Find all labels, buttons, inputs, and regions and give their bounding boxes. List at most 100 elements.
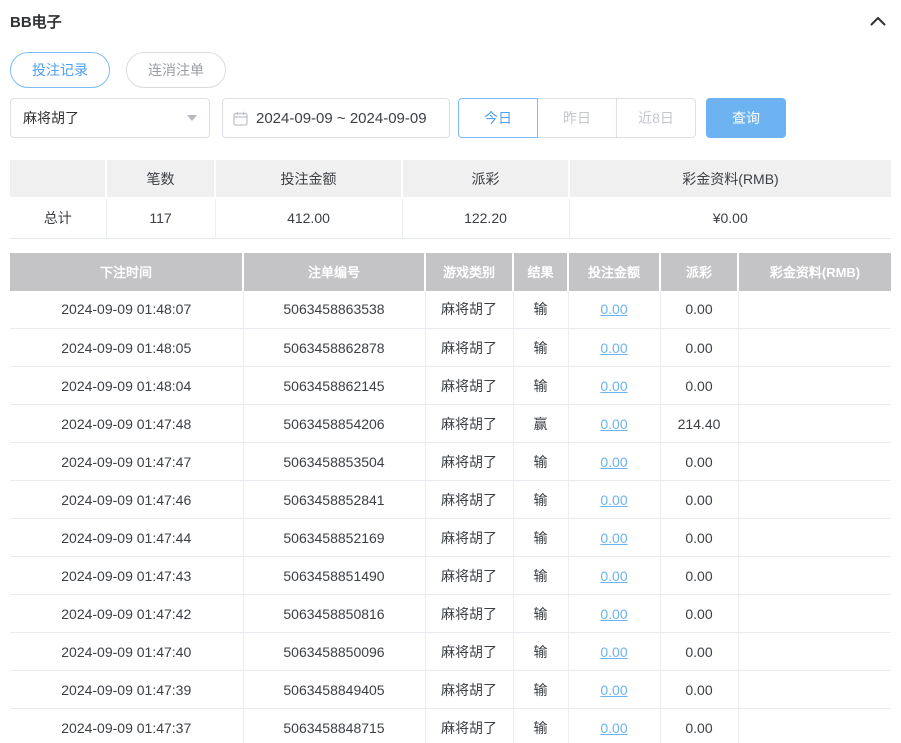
- records-header-bet-time: 下注时间: [10, 252, 244, 291]
- panel-title: BB电子: [10, 13, 62, 31]
- date-range-value: 2024-09-09 ~ 2024-09-09: [256, 109, 427, 127]
- filter-bar: 麻将胡了 2024-09-09 ~ 2024-09-09 今日 昨日 近8日 查…: [10, 98, 891, 138]
- summary-header-blank: [10, 160, 107, 199]
- game-type-cell: 麻将胡了: [425, 404, 514, 443]
- records-header-bet-amount: 投注金额: [568, 252, 661, 291]
- jackpot-cell: [738, 480, 891, 519]
- summary-header-payout: 派彩: [402, 160, 570, 199]
- payout-cell: 0.00: [660, 366, 739, 405]
- records-header-result: 结果: [513, 252, 569, 291]
- bet-amount-cell: 0.00: [568, 594, 661, 633]
- date-range-input[interactable]: 2024-09-09 ~ 2024-09-09: [222, 98, 450, 138]
- bet-time-cell: 2024-09-09 01:47:42: [10, 594, 244, 633]
- collapse-button[interactable]: [867, 11, 889, 31]
- summary-total-row: 总计 117 412.00 122.20 ¥0.00: [10, 198, 891, 239]
- bet-amount-link[interactable]: 0.00: [600, 644, 627, 660]
- payout-cell: 0.00: [660, 480, 739, 519]
- order-no-cell: 5063458848715: [243, 708, 426, 743]
- records-header-row: 下注时间 注单编号 游戏类别 结果 投注金额 派彩 彩金资料(RMB): [10, 252, 891, 291]
- tab-bet-records[interactable]: 投注记录: [10, 52, 110, 88]
- payout-cell: 214.40: [660, 404, 739, 443]
- bet-time-cell: 2024-09-09 01:47:48: [10, 404, 244, 443]
- bet-time-cell: 2024-09-09 01:47:40: [10, 632, 244, 671]
- query-button[interactable]: 查询: [706, 98, 786, 138]
- caret-down-icon: [187, 115, 197, 121]
- bet-time-cell: 2024-09-09 01:48:07: [10, 290, 244, 329]
- bet-amount-link[interactable]: 0.00: [600, 378, 627, 394]
- calendar-icon: [233, 111, 248, 126]
- bet-amount-cell: 0.00: [568, 290, 661, 329]
- order-no-cell: 5063458852169: [243, 518, 426, 557]
- records-body: 2024-09-09 01:48:07 5063458863538 麻将胡了 输…: [10, 290, 891, 743]
- jackpot-cell: [738, 708, 891, 743]
- bet-time-cell: 2024-09-09 01:48:05: [10, 328, 244, 367]
- table-row: 2024-09-09 01:47:39 5063458849405 麻将胡了 输…: [10, 670, 891, 709]
- bet-amount-link[interactable]: 0.00: [600, 606, 627, 622]
- bet-time-cell: 2024-09-09 01:48:04: [10, 366, 244, 405]
- result-cell: 输: [513, 632, 569, 671]
- result-cell: 输: [513, 290, 569, 329]
- bet-time-cell: 2024-09-09 01:47:39: [10, 670, 244, 709]
- bet-time-cell: 2024-09-09 01:47:46: [10, 480, 244, 519]
- bet-amount-link[interactable]: 0.00: [600, 720, 627, 736]
- result-cell: 赢: [513, 404, 569, 443]
- panel-header: BB电子: [10, 0, 891, 31]
- bet-records-panel: BB电子 投注记录 连消注单 麻将胡了 2024-09-09 ~ 2024-09…: [0, 0, 901, 743]
- order-no-cell: 5063458862145: [243, 366, 426, 405]
- result-cell: 输: [513, 556, 569, 595]
- table-row: 2024-09-09 01:47:37 5063458848715 麻将胡了 输…: [10, 708, 891, 743]
- result-cell: 输: [513, 594, 569, 633]
- summary-total-payout: 122.20: [402, 198, 570, 239]
- summary-header-bet-amount: 投注金额: [215, 160, 403, 199]
- bet-amount-link[interactable]: 0.00: [600, 454, 627, 470]
- payout-cell: 0.00: [660, 708, 739, 743]
- bet-time-cell: 2024-09-09 01:47:47: [10, 442, 244, 481]
- order-no-cell: 5063458854206: [243, 404, 426, 443]
- bet-amount-cell: 0.00: [568, 518, 661, 557]
- records-header-jackpot: 彩金资料(RMB): [738, 252, 891, 291]
- bet-amount-link[interactable]: 0.00: [600, 301, 627, 317]
- summary-total-label: 总计: [10, 198, 107, 239]
- bet-amount-link[interactable]: 0.00: [600, 568, 627, 584]
- payout-cell: 0.00: [660, 328, 739, 367]
- payout-cell: 0.00: [660, 518, 739, 557]
- summary-header-jackpot: 彩金资料(RMB): [569, 160, 891, 199]
- bet-amount-link[interactable]: 0.00: [600, 682, 627, 698]
- bet-time-cell: 2024-09-09 01:47:43: [10, 556, 244, 595]
- jackpot-cell: [738, 594, 891, 633]
- summary-total-count: 117: [106, 198, 216, 239]
- bet-amount-link[interactable]: 0.00: [600, 340, 627, 356]
- table-row: 2024-09-09 01:48:04 5063458862145 麻将胡了 输…: [10, 366, 891, 405]
- payout-cell: 0.00: [660, 670, 739, 709]
- result-cell: 输: [513, 670, 569, 709]
- game-type-cell: 麻将胡了: [425, 556, 514, 595]
- game-type-select[interactable]: 麻将胡了: [10, 98, 210, 138]
- result-cell: 输: [513, 518, 569, 557]
- table-row: 2024-09-09 01:47:42 5063458850816 麻将胡了 输…: [10, 594, 891, 633]
- quick-range-last8days[interactable]: 近8日: [616, 98, 696, 138]
- bet-amount-cell: 0.00: [568, 328, 661, 367]
- table-row: 2024-09-09 01:48:07 5063458863538 麻将胡了 输…: [10, 290, 891, 329]
- result-cell: 输: [513, 328, 569, 367]
- bet-amount-cell: 0.00: [568, 670, 661, 709]
- tab-cancelled-orders[interactable]: 连消注单: [126, 52, 226, 88]
- jackpot-cell: [738, 404, 891, 443]
- game-type-cell: 麻将胡了: [425, 290, 514, 329]
- payout-cell: 0.00: [660, 632, 739, 671]
- payout-cell: 0.00: [660, 594, 739, 633]
- bet-amount-link[interactable]: 0.00: [600, 530, 627, 546]
- game-type-cell: 麻将胡了: [425, 328, 514, 367]
- bet-amount-link[interactable]: 0.00: [600, 416, 627, 432]
- bet-amount-link[interactable]: 0.00: [600, 492, 627, 508]
- jackpot-cell: [738, 442, 891, 481]
- table-row: 2024-09-09 01:47:40 5063458850096 麻将胡了 输…: [10, 632, 891, 671]
- order-no-cell: 5063458851490: [243, 556, 426, 595]
- bet-amount-cell: 0.00: [568, 480, 661, 519]
- quick-range-today[interactable]: 今日: [458, 98, 538, 138]
- game-type-cell: 麻将胡了: [425, 366, 514, 405]
- records-header-game-type: 游戏类别: [425, 252, 514, 291]
- jackpot-cell: [738, 632, 891, 671]
- quick-range-yesterday[interactable]: 昨日: [537, 98, 617, 138]
- quick-range-group: 今日 昨日 近8日: [458, 98, 696, 138]
- jackpot-cell: [738, 366, 891, 405]
